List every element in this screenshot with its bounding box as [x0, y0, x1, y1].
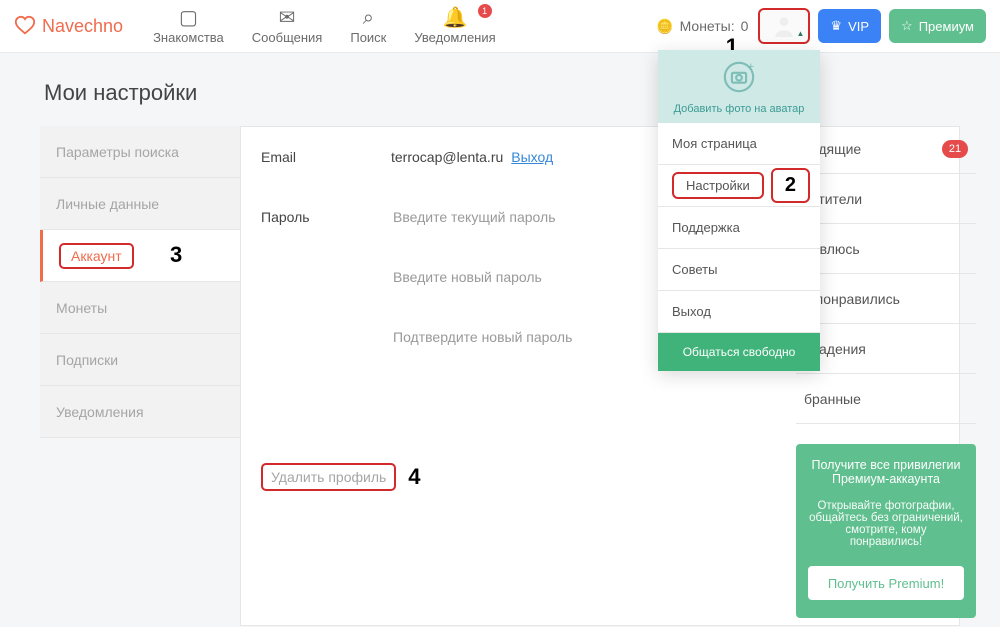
diamond-icon: ♛ — [830, 18, 842, 34]
heart-icon — [14, 15, 36, 37]
right-column: ходящие 21 сетители равлюсь е понравилис… — [796, 124, 976, 618]
promo-cta-label: Получить Premium! — [828, 576, 944, 591]
confirm-password-input[interactable] — [391, 328, 651, 346]
sidebar-label: Параметры поиска — [56, 144, 179, 160]
right-item-liked[interactable]: е понравились — [796, 274, 976, 324]
right-item-badge: 21 — [942, 140, 968, 158]
dropdown-tips[interactable]: Советы — [658, 249, 820, 291]
settings-sidebar: Параметры поиска Личные данные Аккаунт 3… — [40, 126, 240, 626]
premium-label: Премиум — [919, 19, 974, 34]
caret-up-icon: ▲ — [797, 29, 805, 38]
right-item-visitors[interactable]: сетители — [796, 174, 976, 224]
right-item-favorites[interactable]: бранные — [796, 374, 976, 424]
search-icon: ⌕ — [363, 8, 374, 28]
right-item-like[interactable]: равлюсь — [796, 224, 976, 274]
svg-text:+: + — [748, 61, 755, 73]
nav-dating[interactable]: ▢ Знакомства — [153, 8, 224, 45]
coins[interactable]: 🪙 Монеты: 0 — [656, 18, 748, 35]
avatar-button[interactable]: ▲ — [758, 8, 810, 44]
vip-label: VIP — [848, 19, 869, 34]
dropdown-my-page[interactable]: Моя страница — [658, 123, 820, 165]
dd-label: Советы — [672, 262, 717, 277]
star-icon: ☆ — [901, 18, 913, 34]
dropdown-chat-free[interactable]: Общаться свободно — [658, 333, 820, 371]
sidebar-item-search-params[interactable]: Параметры поиска — [40, 126, 240, 178]
top-nav: ▢ Знакомства ✉ Сообщения ⌕ Поиск 🔔 1 Уве… — [153, 8, 496, 45]
new-password-input[interactable] — [391, 268, 651, 286]
camera-plus-icon: + — [722, 60, 756, 94]
nav-dating-label: Знакомства — [153, 30, 224, 45]
bell-icon: 🔔 — [443, 8, 468, 28]
nav-notifications[interactable]: 🔔 1 Уведомления — [414, 8, 495, 45]
sidebar-item-subscriptions[interactable]: Подписки — [40, 334, 240, 386]
sidebar-label: Монеты — [56, 300, 107, 316]
annotation-3: 3 — [170, 242, 182, 268]
dropdown-settings[interactable]: Настройки 2 — [658, 165, 820, 207]
dd-label: Поддержка — [672, 220, 740, 235]
add-photo-label: Добавить фото на аватар — [666, 103, 812, 115]
avatar-icon — [771, 13, 797, 39]
profile-dropdown: + Добавить фото на аватар Моя страница Н… — [658, 50, 820, 371]
nav-messages-label: Сообщения — [252, 30, 323, 45]
delete-profile-button[interactable]: Удалить профиль — [261, 463, 396, 491]
sidebar-item-account[interactable]: Аккаунт — [40, 230, 240, 282]
dd-footer-label: Общаться свободно — [683, 345, 796, 359]
sidebar-label: Уведомления — [56, 404, 144, 420]
nav-messages[interactable]: ✉ Сообщения — [252, 8, 323, 45]
premium-button[interactable]: ☆ Премиум — [889, 9, 986, 43]
card-icon: ▢ — [179, 8, 198, 28]
email-value: terrocap@lenta.ru — [391, 149, 503, 165]
dd-label: Настройки — [672, 172, 764, 199]
promo-headline: Получите все привилегии Премиум-аккаунта — [808, 458, 964, 486]
current-password-input[interactable] — [391, 208, 651, 226]
sidebar-item-notifications[interactable]: Уведомления — [40, 386, 240, 438]
right-item-incoming[interactable]: ходящие 21 — [796, 124, 976, 174]
sidebar-item-personal[interactable]: Личные данные — [40, 178, 240, 230]
dropdown-support[interactable]: Поддержка — [658, 207, 820, 249]
coins-value: 0 — [741, 18, 749, 34]
notif-badge: 1 — [478, 4, 492, 18]
dd-label: Выход — [672, 304, 711, 319]
nav-search[interactable]: ⌕ Поиск — [350, 8, 386, 45]
header: Navechno ▢ Знакомства ✉ Сообщения ⌕ Поис… — [0, 0, 1000, 52]
promo-sub: Открывайте фотографии, общайтесь без огр… — [808, 500, 964, 548]
chat-icon: ✉ — [279, 8, 296, 28]
page: Мои настройки Параметры поиска Личные да… — [0, 52, 1000, 626]
vip-button[interactable]: ♛ VIP — [818, 9, 881, 43]
annotation-2: 2 — [771, 168, 810, 203]
password-label: Пароль — [261, 209, 391, 225]
dd-label: Моя страница — [672, 136, 757, 151]
sidebar-label: Личные данные — [56, 196, 159, 212]
coins-icon: 🪙 — [656, 18, 673, 35]
sidebar-item-coins[interactable]: Монеты — [40, 282, 240, 334]
sidebar-label: Подписки — [56, 352, 118, 368]
dropdown-logout[interactable]: Выход — [658, 291, 820, 333]
brand-name: Navechno — [42, 16, 123, 37]
nav-notif-label: Уведомления — [414, 30, 495, 45]
logout-link[interactable]: Выход — [511, 149, 553, 165]
page-title: Мои настройки — [44, 80, 960, 106]
right-item-matches[interactable]: впадения — [796, 324, 976, 374]
get-premium-button[interactable]: Получить Premium! — [808, 566, 964, 600]
dropdown-add-photo[interactable]: + Добавить фото на аватар — [658, 50, 820, 123]
coins-label: Монеты: — [680, 18, 735, 34]
email-label: Email — [261, 149, 391, 165]
annotation-4: 4 — [408, 464, 420, 490]
sidebar-label: Аккаунт — [59, 243, 134, 269]
premium-promo: Получите все привилегии Премиум-аккаунта… — [796, 444, 976, 618]
logo[interactable]: Navechno — [14, 15, 123, 37]
right-item-label: бранные — [804, 391, 861, 407]
nav-search-label: Поиск — [350, 30, 386, 45]
